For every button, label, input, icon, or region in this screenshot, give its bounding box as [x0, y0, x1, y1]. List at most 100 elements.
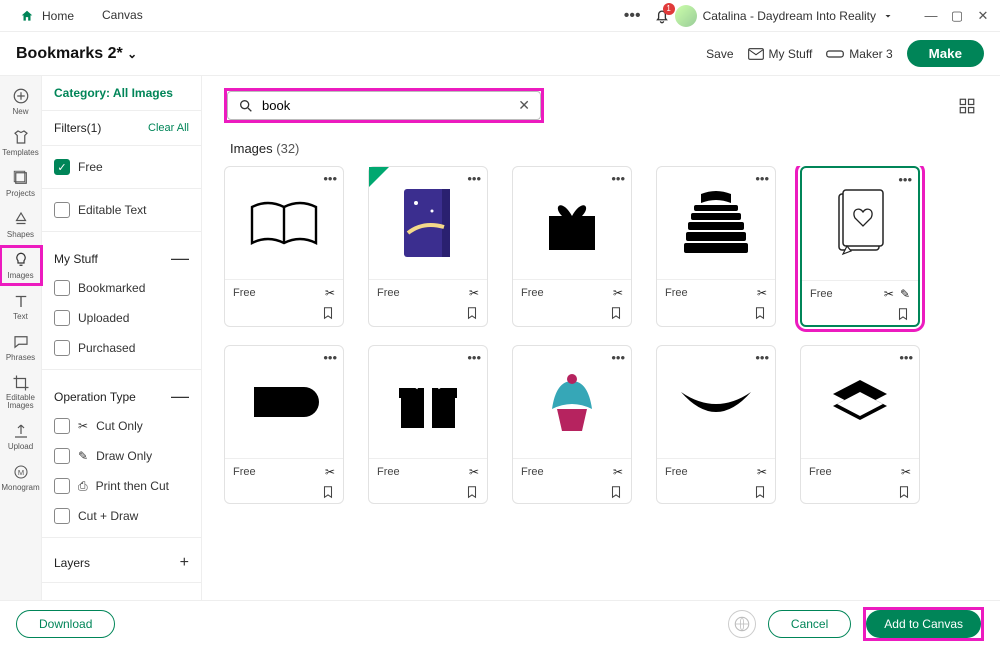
bookmark-icon[interactable]	[753, 485, 767, 499]
checkbox-icon[interactable]	[54, 310, 70, 326]
card-menu[interactable]: •••	[467, 350, 481, 365]
thumb-tag-shape: •••	[225, 346, 343, 458]
checkbox-icon[interactable]	[54, 418, 70, 434]
search-input[interactable]	[262, 98, 510, 113]
collapse-icon: —	[171, 248, 189, 269]
image-card[interactable]: ••• Free✂	[512, 166, 632, 327]
image-card[interactable]: ••• Free✂	[656, 345, 776, 504]
checkbox-icon[interactable]	[54, 202, 70, 218]
download-button[interactable]: Download	[16, 610, 115, 638]
card-menu[interactable]: •••	[755, 350, 769, 365]
image-card[interactable]: ••• Free✂	[224, 345, 344, 504]
section-project-type[interactable]: Project Type+	[42, 589, 201, 600]
bookmark-icon[interactable]	[896, 307, 910, 321]
rail-templates[interactable]: Templates	[0, 123, 42, 162]
rail-editable[interactable]: Editable Images	[0, 369, 42, 415]
filter-uploaded-label: Uploaded	[78, 311, 129, 325]
window-close[interactable]: ✕	[972, 5, 994, 27]
rail-shapes[interactable]: Shapes	[0, 205, 42, 244]
mystuff-link[interactable]: My Stuff	[748, 47, 813, 61]
image-card[interactable]: ••• Free✂	[800, 345, 920, 504]
checkbox-icon[interactable]	[54, 280, 70, 296]
filter-print-cut[interactable]: ⎙Print then Cut	[42, 471, 201, 501]
rail-monogram[interactable]: M Monogram	[0, 458, 42, 497]
card-menu[interactable]: •••	[898, 172, 912, 187]
category-label[interactable]: Category: All Images	[42, 76, 201, 111]
rail-text[interactable]: Text	[0, 287, 42, 326]
grid-view-button[interactable]	[956, 95, 978, 117]
checkbox-checked-icon[interactable]	[54, 159, 70, 175]
filter-cut-draw[interactable]: Cut + Draw	[42, 501, 201, 531]
machine-label: Maker 3	[849, 47, 892, 61]
bookmark-icon[interactable]	[321, 306, 335, 320]
tab-canvas[interactable]: Canvas	[90, 2, 155, 30]
cancel-button[interactable]: Cancel	[768, 610, 851, 638]
card-menu[interactable]: •••	[467, 171, 481, 186]
filter-bookmarked[interactable]: Bookmarked	[42, 273, 201, 303]
filter-cut-only[interactable]: ✂Cut Only	[42, 411, 201, 441]
filter-free-label: Free	[78, 160, 103, 174]
card-price: Free	[665, 287, 688, 299]
section-operation[interactable]: Operation Type —	[42, 376, 201, 411]
titlebar: Home Canvas ••• 1 Catalina - Daydream In…	[0, 0, 1000, 32]
checkbox-icon[interactable]	[54, 448, 70, 464]
filter-free[interactable]: Free	[42, 152, 201, 182]
card-menu[interactable]: •••	[323, 350, 337, 365]
card-menu[interactable]: •••	[611, 171, 625, 186]
checkbox-icon[interactable]	[54, 340, 70, 356]
bookmark-icon[interactable]	[897, 485, 911, 499]
notifications-button[interactable]: 1	[653, 7, 671, 25]
image-card[interactable]: ••• Free✂	[368, 345, 488, 504]
window-maximize[interactable]: ▢	[946, 5, 968, 27]
rail-upload[interactable]: Upload	[0, 417, 42, 456]
thumb-present: •••	[369, 346, 487, 458]
bookmark-icon[interactable]	[609, 485, 623, 499]
bookmark-icon[interactable]	[321, 485, 335, 499]
bookmark-icon[interactable]	[753, 306, 767, 320]
clear-all-button[interactable]: Clear All	[148, 122, 189, 134]
user-menu[interactable]: Catalina - Daydream Into Reality	[675, 5, 894, 27]
card-menu[interactable]: •••	[611, 350, 625, 365]
image-card[interactable]: ••• Free✂	[656, 166, 776, 327]
checkbox-icon[interactable]	[54, 478, 70, 494]
rail-images[interactable]: Images	[0, 246, 42, 285]
image-card[interactable]: ••• Free✂	[224, 166, 344, 327]
filter-editable-text[interactable]: Editable Text	[42, 195, 201, 225]
results-count: Images (32)	[230, 141, 978, 156]
scissors-icon: ✂	[901, 465, 911, 479]
filter-uploaded[interactable]: Uploaded	[42, 303, 201, 333]
bookmark-icon[interactable]	[465, 485, 479, 499]
overflow-menu[interactable]: •••	[616, 7, 649, 25]
clear-search-icon[interactable]: ✕	[518, 97, 530, 114]
rail-phrases[interactable]: Phrases	[0, 328, 42, 367]
rail-new[interactable]: New	[0, 82, 42, 121]
bookmark-icon[interactable]	[465, 306, 479, 320]
card-menu[interactable]: •••	[755, 171, 769, 186]
rail-projects[interactable]: Projects	[0, 164, 42, 203]
section-layers[interactable]: Layers+	[42, 544, 201, 576]
make-button[interactable]: Make	[907, 40, 984, 67]
bookmark-icon[interactable]	[609, 306, 623, 320]
results-grid[interactable]: ••• Free✂ ••• Free✂	[224, 166, 978, 512]
filter-purchased[interactable]: Purchased	[42, 333, 201, 363]
section-mystuff[interactable]: My Stuff —	[42, 238, 201, 273]
tab-home[interactable]: Home	[6, 1, 86, 31]
search-box[interactable]: ✕	[227, 91, 541, 120]
card-menu[interactable]: •••	[323, 171, 337, 186]
save-button[interactable]: Save	[706, 47, 733, 61]
info-button[interactable]	[728, 610, 756, 638]
card-menu[interactable]: •••	[899, 350, 913, 365]
user-name: Catalina - Daydream Into Reality	[703, 9, 876, 23]
avatar	[675, 5, 697, 27]
image-card-selected[interactable]: ••• Free✂✎	[800, 166, 920, 327]
plus-circle-icon	[12, 87, 30, 105]
project-title[interactable]: Bookmarks 2* ⌄	[16, 45, 137, 63]
add-to-canvas-button[interactable]: Add to Canvas	[866, 610, 981, 638]
machine-selector[interactable]: Maker 3	[826, 47, 892, 61]
image-card[interactable]: ••• Free✂	[512, 345, 632, 504]
thumb-book-stack: •••	[657, 167, 775, 279]
window-minimize[interactable]: —	[920, 5, 942, 27]
image-card[interactable]: ••• Free✂	[368, 166, 488, 327]
checkbox-icon[interactable]	[54, 508, 70, 524]
filter-draw-only[interactable]: ✎Draw Only	[42, 441, 201, 471]
